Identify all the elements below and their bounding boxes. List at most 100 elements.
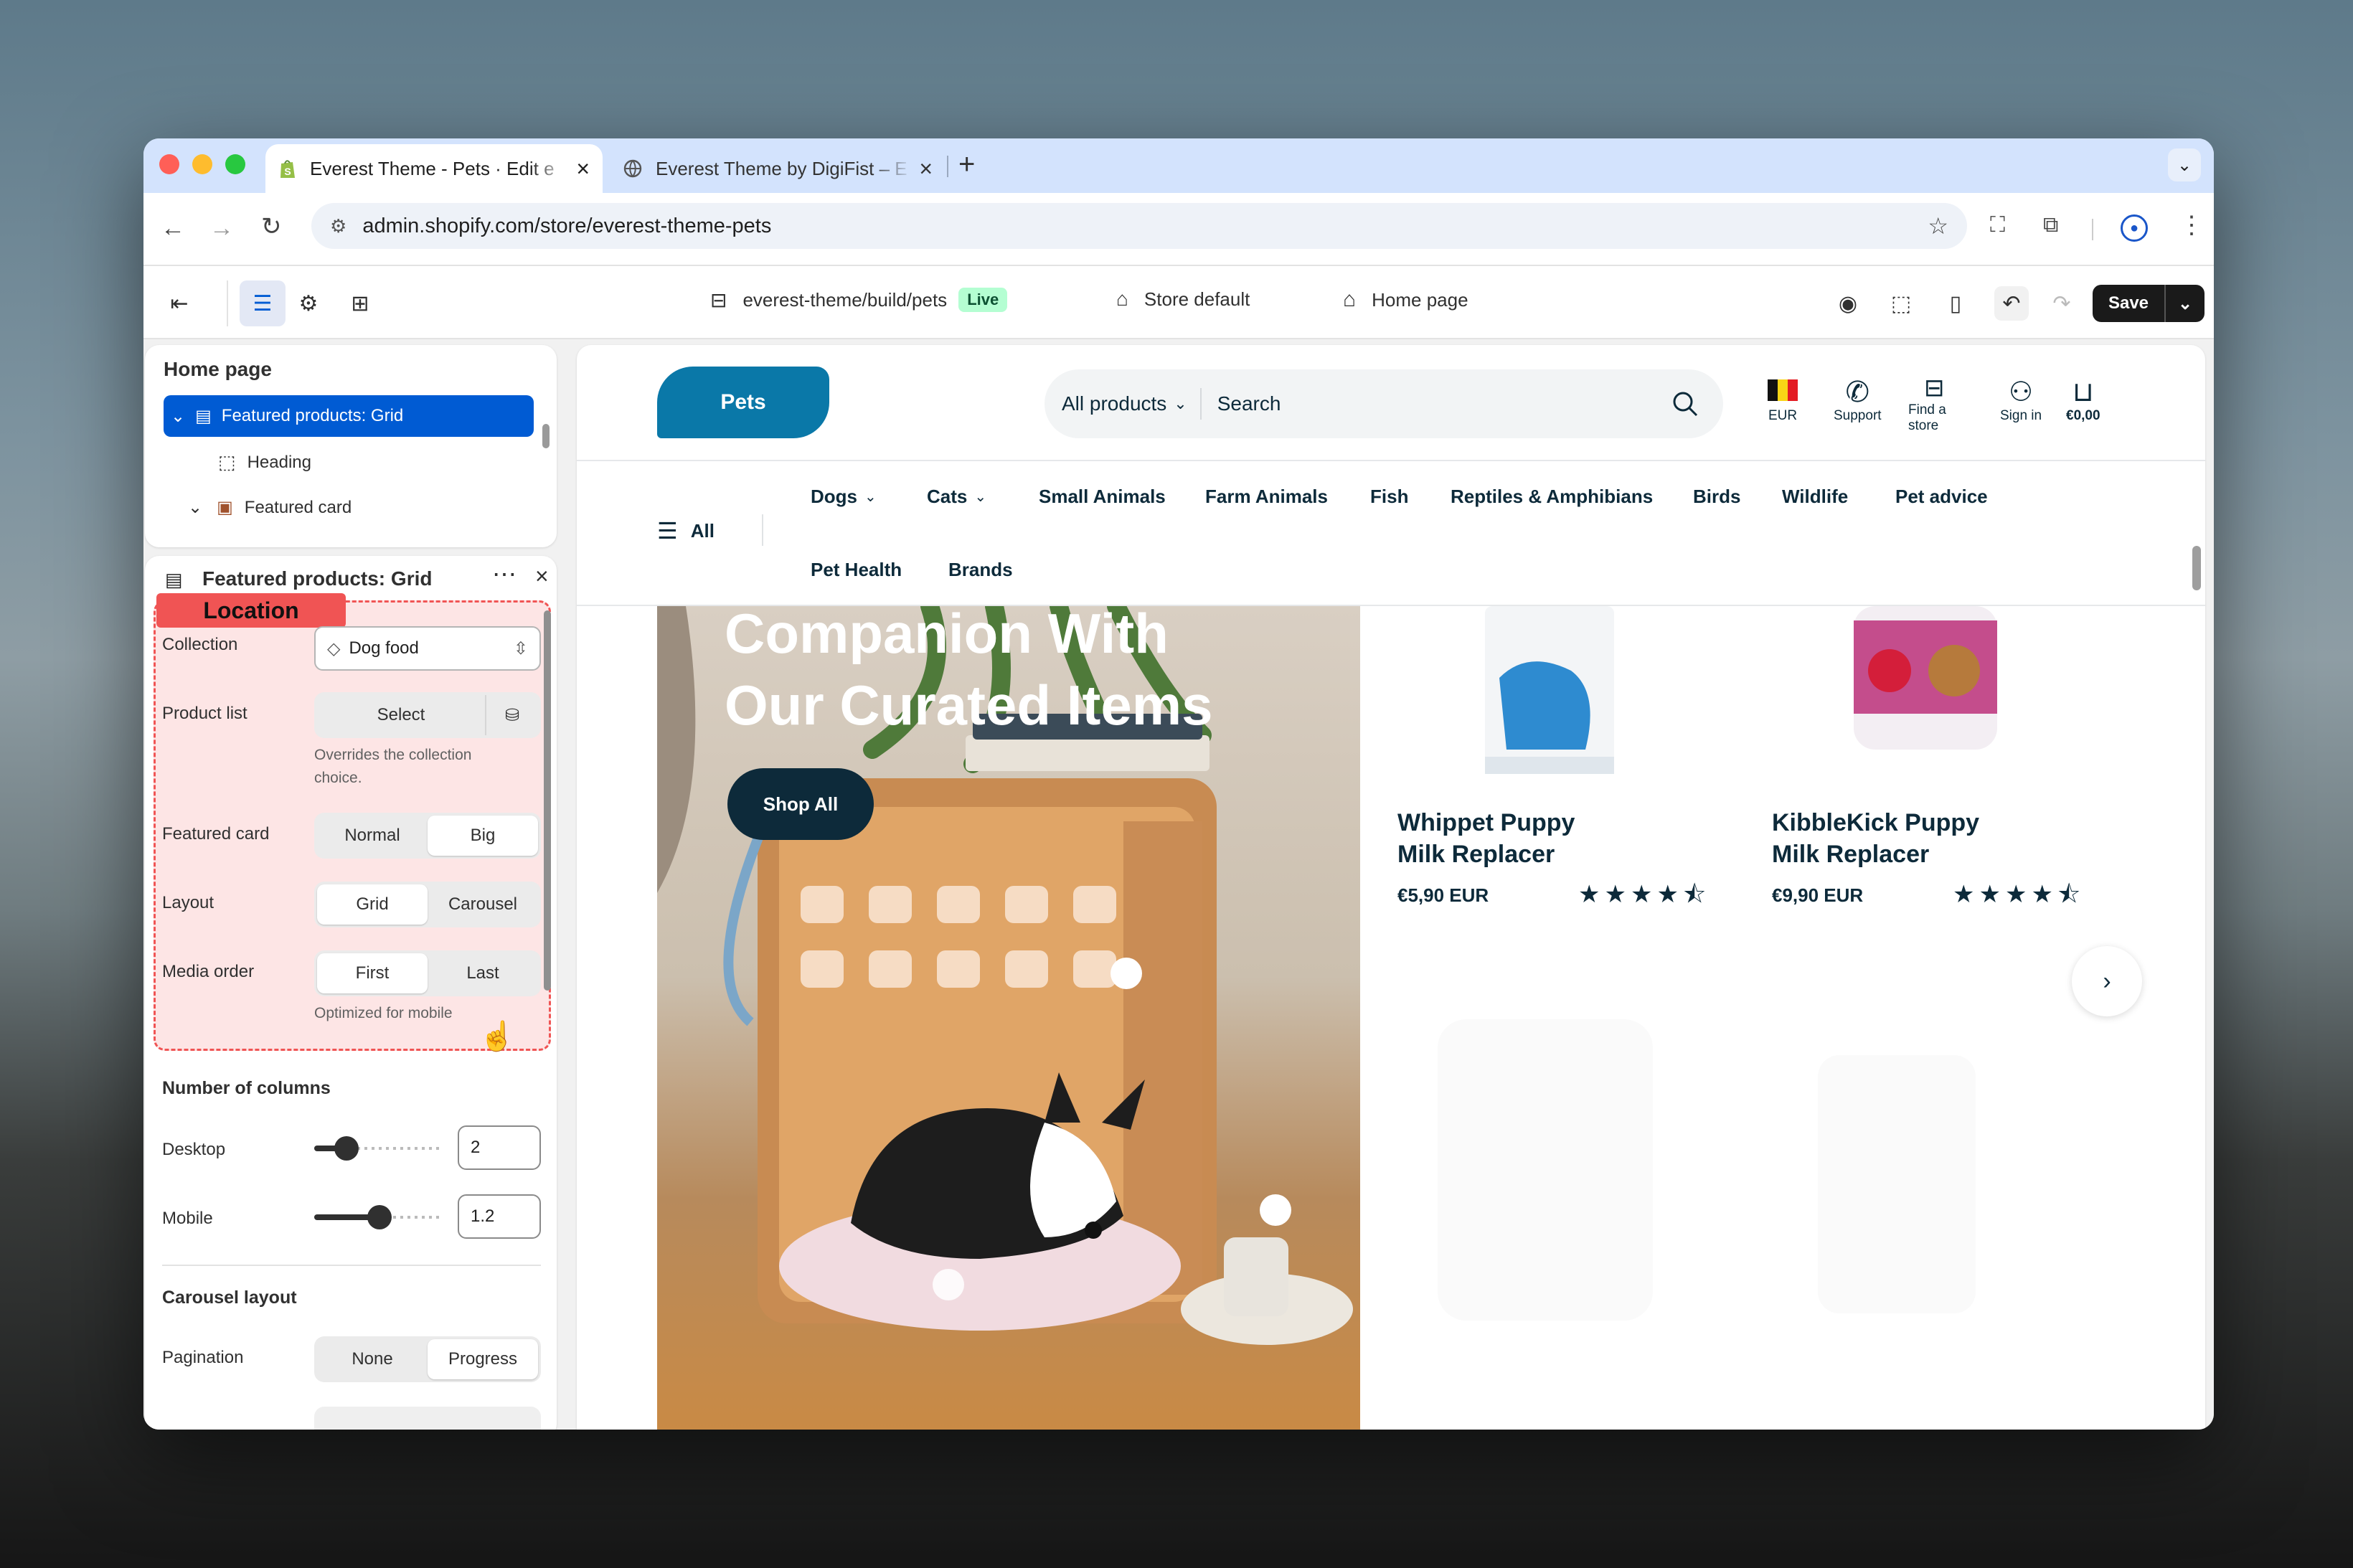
product-name-1b[interactable]: Milk Replacer [1397, 839, 1555, 870]
desktop-columns-slider[interactable] [314, 1136, 443, 1161]
all-menu-button[interactable]: ☰ All [657, 517, 715, 544]
product-rating-2: ★★★★⯪ [1953, 881, 2085, 908]
pagination-none[interactable]: None [317, 1339, 428, 1379]
select-products-button[interactable]: Select [317, 695, 486, 735]
page-selector[interactable]: ⌂ Home page [1343, 288, 1468, 312]
maximize-window-button[interactable] [225, 154, 245, 174]
media-order-last[interactable]: Last [428, 953, 538, 993]
address-bar[interactable]: ⚙ admin.shopify.com/store/everest-theme-… [311, 203, 1967, 249]
store-selector[interactable]: ⌂ Store default [1116, 288, 1250, 311]
desktop-columns-input[interactable]: 2 [458, 1125, 541, 1170]
forward-icon[interactable]: → [209, 216, 234, 240]
hamburger-icon: ☰ [657, 518, 678, 544]
store-search-bar[interactable]: All products ⌄ Search [1045, 369, 1723, 438]
tree-item-featured-products[interactable]: ⌄ ▤ Featured products: Grid [164, 395, 534, 437]
mobile-view-icon[interactable]: ▯ [1938, 286, 1973, 321]
sign-in-link[interactable]: ⚇ Sign in [2000, 377, 2042, 424]
extensions-icon[interactable]: ⧉ [2043, 214, 2058, 236]
desktop-label: Desktop [162, 1140, 226, 1159]
save-options-chevron-icon[interactable]: ⌄ [2166, 285, 2205, 322]
hotspot-dot[interactable] [1260, 1194, 1291, 1226]
tree-scrollbar[interactable] [542, 424, 550, 448]
new-tab-button[interactable]: + [958, 150, 975, 179]
product-image-whippet[interactable] [1478, 606, 1621, 778]
theme-selector[interactable]: ⊟ everest-theme/build/pets Live [710, 288, 1008, 312]
screenshot-icon[interactable]: ⛶ [1990, 214, 2005, 236]
product-image-kibblekick[interactable] [1854, 606, 1997, 757]
store-logo[interactable]: Pets [657, 367, 829, 438]
find-store-link[interactable]: ⊟ Find a store [1908, 374, 1946, 434]
back-icon[interactable]: ← [161, 216, 185, 240]
nav-dogs[interactable]: Dogs ⌄ [811, 486, 877, 508]
nav-brands[interactable]: Brands [948, 559, 1013, 581]
nav-farm-animals[interactable]: Farm Animals [1205, 486, 1328, 508]
close-tab-icon[interactable]: × [576, 157, 590, 180]
layout-carousel[interactable]: Carousel [428, 884, 538, 925]
nav-wildlife[interactable]: Wildlife [1782, 486, 1848, 508]
tree-item-featured-card[interactable]: ⌄ ▣ Featured card [188, 497, 352, 518]
product-rating-1: ★★★★⯪ [1578, 881, 1711, 908]
product-name-1a[interactable]: Whippet Puppy [1397, 807, 1575, 839]
tree-item-heading[interactable]: ⬚ Heading [218, 451, 311, 473]
product-name-2b[interactable]: Milk Replacer [1772, 839, 1929, 870]
slider-knob[interactable] [367, 1205, 392, 1229]
theme-editor-header: ⇤ ☰ ⚙ ⊞ ⊟ everest-theme/build/pets Live … [143, 265, 2214, 339]
support-link[interactable]: ✆ Support [1834, 377, 1882, 424]
close-tab-icon[interactable]: × [919, 157, 933, 180]
browser-menu-icon[interactable]: ⋮ [2179, 213, 2204, 237]
select-element-icon[interactable]: ⬚ [1884, 286, 1918, 321]
section-tree-panel: Home page ⌄ ▤ Featured products: Grid ⬚ … [145, 345, 557, 547]
collection-picker[interactable]: ◇ Dog food ⇳ [314, 626, 541, 671]
undo-icon[interactable]: ↶ [1994, 286, 2029, 321]
database-icon[interactable]: ⛁ [486, 695, 538, 735]
currency-selector[interactable]: EUR [1768, 379, 1798, 424]
cart-link[interactable]: ⊔ €0,00 [2066, 377, 2100, 424]
more-options-icon[interactable]: ⋯ [492, 560, 517, 589]
settings-scrollbar[interactable] [544, 610, 551, 991]
nav-pet-health[interactable]: Pet Health [811, 559, 902, 581]
hotspot-dot[interactable] [933, 1269, 964, 1300]
redo-icon[interactable]: ↷ [2045, 286, 2079, 321]
nav-small-animals[interactable]: Small Animals [1039, 486, 1166, 508]
carousel-next-chevron-icon[interactable]: › [2072, 946, 2142, 1016]
tab-search-button[interactable]: ⌄ [2168, 148, 2201, 181]
close-window-button[interactable] [159, 154, 179, 174]
nav-birds[interactable]: Birds [1693, 486, 1740, 508]
search-scope[interactable]: All products [1062, 392, 1166, 415]
shop-all-button[interactable]: Shop All [727, 768, 874, 840]
hotspot-dot[interactable] [1111, 958, 1142, 989]
profile-icon[interactable]: ● [2121, 214, 2148, 242]
layout-grid[interactable]: Grid [317, 884, 428, 925]
search-icon[interactable] [1671, 390, 1699, 417]
preview-scrollbar[interactable] [2192, 546, 2201, 590]
media-order-first[interactable]: First [317, 953, 428, 993]
sections-icon[interactable]: ☰ [240, 280, 286, 326]
apps-icon[interactable]: ⊞ [343, 286, 377, 321]
minimize-window-button[interactable] [192, 154, 212, 174]
pagination-progress[interactable]: Progress [428, 1339, 538, 1379]
product-name-2a[interactable]: KibbleKick Puppy [1772, 807, 1979, 839]
slider-knob[interactable] [334, 1136, 359, 1161]
theme-settings-icon[interactable]: ⚙ [291, 286, 326, 321]
store-preview: Pets All products ⌄ Search EUR ✆ Support… [577, 345, 2205, 1430]
bookmark-star-icon[interactable]: ☆ [1928, 212, 1948, 240]
close-icon[interactable]: × [535, 563, 549, 590]
mobile-columns-slider[interactable] [314, 1205, 443, 1229]
featured-card-normal[interactable]: Normal [317, 816, 428, 856]
mobile-columns-input[interactable]: 1.2 [458, 1194, 541, 1239]
preview-inspector-icon[interactable]: ◉ [1831, 286, 1865, 321]
reload-icon[interactable]: ↻ [261, 214, 282, 239]
nav-cats[interactable]: Cats ⌄ [927, 486, 986, 508]
nav-reptiles-amphibians[interactable]: Reptiles & Amphibians [1451, 486, 1653, 508]
globe-icon [623, 159, 642, 178]
site-info-icon[interactable]: ⚙ [330, 215, 346, 237]
featured-card-big[interactable]: Big [428, 816, 538, 856]
tab-everest-digifist[interactable]: Everest Theme by DigiFist – E × [610, 144, 946, 193]
nav-fish[interactable]: Fish [1370, 486, 1408, 508]
tab-everest-pets-editor[interactable]: S Everest Theme - Pets · Edit e × [265, 144, 603, 193]
save-button[interactable]: Save [2093, 285, 2166, 322]
exit-icon[interactable]: ⇤ [162, 286, 197, 321]
hand-cursor-icon: ☝ [479, 1021, 515, 1052]
nav-pet-advice[interactable]: Pet advice [1895, 486, 1988, 508]
navigation-toggle-partial[interactable] [314, 1407, 541, 1430]
